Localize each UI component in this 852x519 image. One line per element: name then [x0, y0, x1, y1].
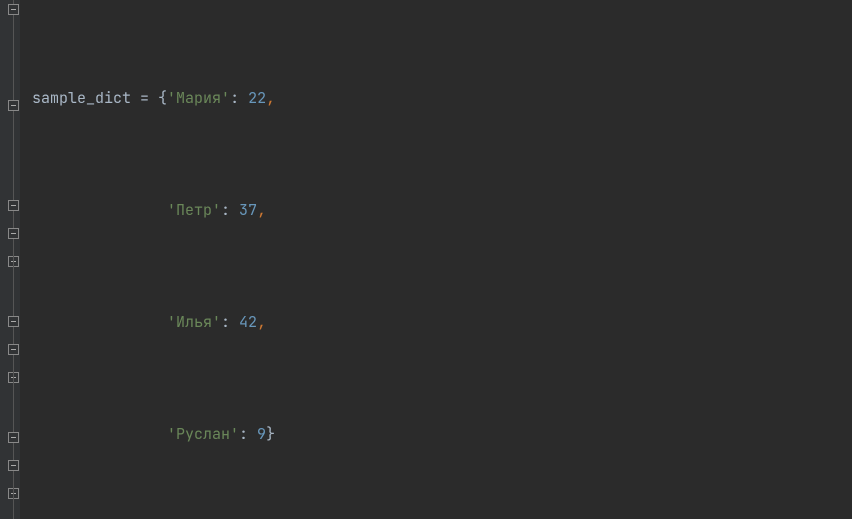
- number-literal: 22: [248, 88, 266, 108]
- identifier: sample_dict: [32, 88, 131, 108]
- brace: {: [158, 88, 167, 108]
- colon: :: [239, 424, 257, 444]
- colon: :: [221, 200, 239, 220]
- operator: =: [131, 88, 158, 108]
- code-line: 'Петр': 37,: [32, 196, 852, 224]
- gutter: [0, 0, 20, 519]
- fold-marker-icon[interactable]: [8, 4, 19, 15]
- string-literal: 'Петр': [167, 200, 221, 220]
- string-literal: 'Илья': [167, 312, 221, 332]
- brace: }: [266, 424, 275, 444]
- number-literal: 9: [257, 424, 266, 444]
- string-literal: 'Руслан': [167, 424, 239, 444]
- code-area[interactable]: sample_dict = {'Мария': 22, 'Петр': 37, …: [20, 0, 852, 519]
- fold-end-icon: [8, 228, 19, 239]
- comma: ,: [257, 312, 266, 332]
- colon: :: [221, 312, 239, 332]
- number-literal: 42: [239, 312, 257, 332]
- code-line: 'Руслан': 9}: [32, 420, 852, 448]
- string-literal: 'Мария': [167, 88, 230, 108]
- code-line: 'Илья': 42,: [32, 308, 852, 336]
- fold-end-icon: [8, 344, 19, 355]
- comma: ,: [257, 200, 266, 220]
- code-editor[interactable]: sample_dict = {'Мария': 22, 'Петр': 37, …: [0, 0, 852, 519]
- fold-marker-icon[interactable]: [8, 316, 19, 327]
- code-line: sample_dict = {'Мария': 22,: [32, 84, 852, 112]
- fold-end-icon: [8, 460, 19, 471]
- fold-marker-icon[interactable]: [8, 200, 19, 211]
- indent: [32, 424, 167, 444]
- comma: ,: [266, 88, 275, 108]
- colon: :: [230, 88, 248, 108]
- number-literal: 37: [239, 200, 257, 220]
- fold-marker-icon[interactable]: [8, 432, 19, 443]
- indent: [32, 312, 167, 332]
- fold-end-icon: [8, 100, 19, 111]
- indent: [32, 200, 167, 220]
